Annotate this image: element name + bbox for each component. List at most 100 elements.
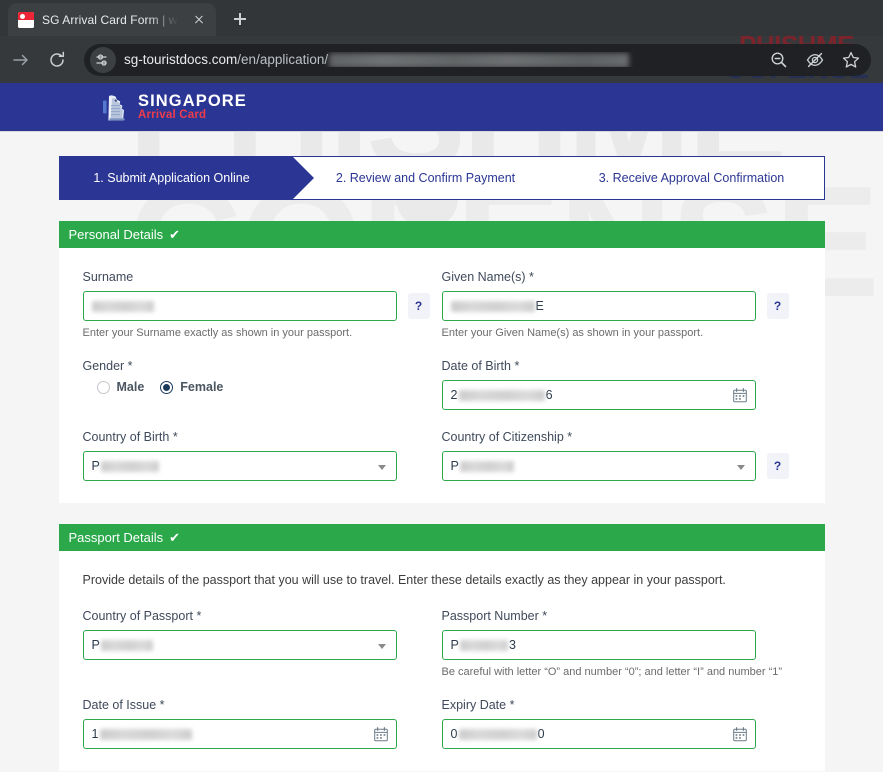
chevron-down-icon[interactable] [377, 465, 386, 470]
doi-redacted-value [99, 728, 192, 740]
dob-visible-prefix: 2 [450, 388, 458, 402]
section-passport-details: Passport Details ✔ Provide details of th… [58, 524, 825, 771]
country-of-citizenship-label: Country of Citizenship * [441, 430, 573, 444]
radio-male-label: Male [116, 380, 145, 394]
star-icon[interactable] [837, 46, 865, 74]
zoom-out-icon[interactable] [765, 46, 793, 74]
gender-option-male[interactable]: Male [96, 380, 145, 394]
personal-details-body: Surname ? Enter your Surname exactly as … [58, 248, 825, 503]
cop-redacted-value [101, 639, 154, 651]
expiry-date-input-wrap: 00 [441, 719, 756, 749]
step-3-approval-confirmation[interactable]: 3. Receive Approval Confirmation [560, 157, 824, 199]
passport-number-input[interactable]: P3 [441, 630, 756, 660]
coc-visible-prefix: P [450, 459, 460, 473]
logo-line-singapore: SINGAPORE [138, 91, 247, 110]
url-text[interactable]: sg-touristdocs.com/en/application/ [124, 52, 757, 67]
step-1-submit-application[interactable]: 1. Submit Application Online [59, 157, 292, 199]
country-of-citizenship-input-wrap: P ? [441, 451, 789, 481]
date-of-issue-label: Date of Issue * [82, 698, 165, 712]
country-of-passport-input-wrap: P [82, 630, 397, 660]
country-of-passport-select[interactable]: P [82, 630, 397, 660]
check-icon: ✔ [169, 529, 181, 545]
surname-input-wrap: ? [82, 291, 430, 321]
given-names-help-text: Enter your Given Name(s) as shown in you… [441, 327, 704, 339]
date-of-issue-input-wrap: 1 [82, 719, 397, 749]
country-of-birth-select[interactable]: P [82, 451, 397, 481]
calendar-icon[interactable] [732, 388, 747, 403]
chevron-down-icon[interactable] [736, 465, 745, 470]
new-tab-button[interactable] [226, 5, 254, 33]
tune-icon[interactable] [90, 46, 116, 73]
expiry-visible-suffix: 0 [537, 727, 545, 741]
progress-stepper: 1. Submit Application Online 2. Review a… [58, 156, 825, 200]
passport-details-header: Passport Details ✔ [58, 524, 825, 551]
cob-visible-prefix: P [91, 459, 101, 473]
site-logo-text: SINGAPORE Arrival Card [138, 91, 247, 122]
calendar-icon[interactable] [373, 727, 388, 742]
given-names-input[interactable]: E [441, 291, 756, 321]
row-names: Surname ? Enter your Surname exactly as … [82, 270, 801, 339]
field-surname: Surname ? Enter your Surname exactly as … [82, 270, 442, 339]
country-of-citizenship-help-icon[interactable]: ? [766, 453, 789, 479]
passport-number-input-wrap: P3 [441, 630, 756, 660]
step-3-label: 3. Receive Approval Confirmation [598, 171, 785, 185]
page-content: 1. Submit Application Online 2. Review a… [0, 132, 883, 771]
passport-details-body: Provide details of the passport that you… [58, 551, 825, 771]
field-country-of-citizenship: Country of Citizenship * P ? [441, 430, 801, 481]
forward-button[interactable] [6, 45, 36, 75]
expiry-visible-prefix: 0 [450, 727, 458, 741]
surname-input[interactable] [82, 291, 397, 321]
expiry-redacted-value [458, 728, 537, 740]
dob-visible-suffix: 6 [545, 388, 553, 402]
eye-off-icon[interactable] [801, 46, 829, 74]
row-passport-country-number: Country of Passport * P Passport Number … [82, 609, 801, 678]
browser-window: SG Arrival Card Form | www.sg- PHISHME C… [0, 0, 883, 772]
personal-details-header: Personal Details ✔ [58, 221, 825, 248]
passport-number-label: Passport Number * [441, 609, 548, 623]
chevron-down-icon[interactable] [377, 644, 386, 649]
arrow-forward-icon [13, 54, 28, 65]
logo-line-arrival-card: Arrival Card [138, 108, 207, 121]
date-of-issue-input[interactable]: 1 [82, 719, 397, 749]
dob-redacted-value [458, 389, 545, 401]
radio-female[interactable] [160, 380, 174, 394]
surname-help-text: Enter your Surname exactly as shown in y… [82, 327, 353, 339]
field-country-of-passport: Country of Passport * P [82, 609, 442, 678]
field-passport-number: Passport Number * P3 Be careful with let… [441, 609, 801, 678]
given-names-help-icon[interactable]: ? [766, 293, 789, 319]
field-given-names: Given Name(s) * E ? Enter your Given Nam… [441, 270, 801, 339]
section-personal-details: Personal Details ✔ Surname ? Enter your … [58, 221, 825, 503]
merlion-statue-icon [100, 92, 131, 123]
field-date-of-birth: Date of Birth * 26 [441, 359, 801, 410]
check-icon: ✔ [169, 226, 181, 242]
browser-tab[interactable]: SG Arrival Card Form | www.sg- [8, 3, 216, 36]
field-expiry-date: Expiry Date * 00 [441, 698, 801, 749]
reload-button[interactable] [42, 45, 72, 75]
cob-redacted-value [101, 460, 160, 472]
row-gender-dob: Gender * Male Female Date of Birth * 2 6 [83, 359, 801, 410]
singapore-flag-icon [18, 11, 34, 28]
site-logo[interactable]: SINGAPORE Arrival Card [100, 92, 247, 123]
date-of-birth-input[interactable]: 26 [441, 380, 756, 410]
doi-visible-prefix: 1 [91, 727, 99, 741]
expiry-date-input[interactable]: 00 [441, 719, 756, 749]
passport-number-visible-prefix: P [450, 638, 460, 652]
url-path: /en/application/ [237, 52, 329, 67]
step-2-review-payment[interactable]: 2. Review and Confirm Payment [292, 157, 560, 199]
close-icon[interactable] [190, 11, 208, 29]
personal-details-title: Personal Details [68, 227, 164, 242]
surname-label: Surname [82, 270, 134, 284]
address-bar[interactable]: sg-touristdocs.com/en/application/ [84, 43, 871, 76]
country-of-citizenship-select[interactable]: P [441, 451, 756, 481]
given-names-redacted-value [450, 300, 535, 312]
gender-radio-group: Male Female [83, 380, 426, 394]
date-of-birth-label: Date of Birth * [441, 359, 520, 373]
passport-number-redacted-value [460, 639, 509, 651]
radio-male[interactable] [96, 380, 110, 394]
url-host: sg-touristdocs.com [124, 52, 238, 67]
tab-strip: SG Arrival Card Form | www.sg- [0, 0, 883, 36]
calendar-icon[interactable] [732, 727, 747, 742]
expiry-date-label: Expiry Date * [441, 698, 515, 712]
surname-help-icon[interactable]: ? [407, 293, 430, 319]
gender-option-female[interactable]: Female [160, 380, 223, 394]
